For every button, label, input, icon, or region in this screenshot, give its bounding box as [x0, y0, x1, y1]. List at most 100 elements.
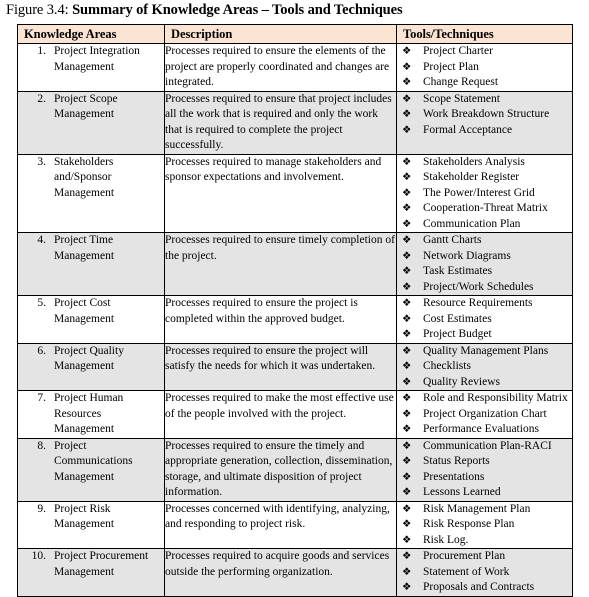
knowledge-area-label: Project Quality Management — [54, 344, 124, 373]
knowledge-area-number: 10. — [31, 550, 46, 562]
cell-knowledge-area: 2. Project Scope Management — [17, 90, 165, 155]
list-item: ❖ Checklists — [397, 359, 572, 375]
diamond-bullet-icon: ❖ — [402, 486, 412, 498]
diamond-bullet-icon: ❖ — [402, 360, 412, 372]
list-item: ❖ Work Breakdown Structure — [397, 107, 572, 123]
list-item: ❖ The Power/Interest Grid — [397, 186, 572, 202]
diamond-bullet-icon: ❖ — [402, 328, 412, 340]
tool-technique-label: Statement of Work — [423, 565, 510, 578]
knowledge-area-inner: 2. Project Scope Management — [18, 92, 164, 123]
table-row: 4. Project Time Management Processes requi… — [17, 232, 573, 296]
knowledge-area-number: 6. — [37, 344, 46, 357]
tool-technique-label: Resource Requirements — [423, 297, 533, 309]
cell-tools-techniques: ❖ Stakeholders Analysis ❖ Stakeholder Regis… — [396, 153, 573, 233]
list-item: ❖ Quality Reviews — [397, 375, 572, 391]
cell-description: Processes concerned with identifying, an… — [164, 500, 397, 549]
tools-list: ❖ Gantt Charts ❖ Network Diagrams ❖ Task Esti… — [397, 233, 572, 295]
tool-technique-label: Gantt Charts — [423, 234, 482, 246]
knowledge-area-inner: 7. Project Human Resources Management — [18, 391, 164, 438]
knowledge-area-inner: 1. Project Integration Management — [18, 44, 164, 75]
list-item: ❖ Project Charter — [397, 44, 572, 60]
table-row: 5. Project Cost Management Processes requi… — [17, 295, 573, 344]
figure-caption: Figure 3.4: Summary of Knowledge Areas –… — [6, 1, 403, 19]
tool-technique-label: Project Organization Chart — [423, 407, 547, 420]
cell-tools-techniques: ❖ Quality Management Plans ❖ Checklists ❖ Qua… — [396, 342, 573, 391]
diamond-bullet-icon: ❖ — [402, 123, 412, 136]
cell-knowledge-area: 5. Project Cost Management — [17, 295, 165, 344]
cell-knowledge-area: 8. Project Communications Management — [17, 437, 165, 502]
column-header-description: Description — [164, 24, 397, 44]
list-item: ❖ Resource Requirements — [397, 296, 572, 312]
knowledge-area-number: 5. — [37, 297, 46, 309]
list-item: ❖ Performance Evaluations — [397, 422, 572, 438]
tool-technique-label: Role and Responsibility Matrix — [423, 392, 568, 404]
tool-technique-label: Communication Plan — [423, 217, 521, 230]
diamond-bullet-icon: ❖ — [402, 60, 412, 73]
knowledge-area-number: 2. — [37, 92, 46, 105]
tool-technique-label: Procurement Plan — [423, 550, 506, 562]
diamond-bullet-icon: ❖ — [402, 280, 412, 293]
diamond-bullet-icon: ❖ — [402, 550, 412, 562]
diamond-bullet-icon: ❖ — [402, 202, 412, 214]
knowledge-area-number: 7. — [37, 392, 46, 404]
diamond-bullet-icon: ❖ — [402, 312, 412, 325]
document-page: Figure 3.4: Summary of Knowledge Areas –… — [0, 0, 589, 597]
cell-description: Processes required to ensure the project… — [164, 295, 397, 344]
diamond-bullet-icon: ❖ — [402, 249, 412, 262]
diamond-bullet-icon: ❖ — [402, 581, 412, 593]
tool-technique-label: Task Estimates — [423, 265, 493, 277]
tool-technique-label: Risk Management Plan — [423, 502, 531, 515]
table-row: 10. Project Procurement Management Process… — [17, 548, 573, 597]
knowledge-areas-table: Knowledge Areas Description Tools/Techni… — [17, 24, 573, 597]
tool-technique-label: Checklists — [423, 360, 471, 372]
tool-technique-label: Quality Management Plans — [423, 344, 549, 357]
list-item: ❖ Project Plan — [397, 60, 572, 76]
list-item: ❖ Lessons Learned — [397, 485, 572, 501]
tools-list: ❖ Procurement Plan ❖ Statement of Work ❖ Prop… — [397, 549, 572, 596]
list-item: ❖ Project/Work Schedules — [397, 280, 572, 296]
list-item: ❖ Role and Responsibility Matrix — [397, 391, 572, 407]
knowledge-area-label: Stakeholders and/Sponsor Management — [54, 155, 115, 199]
list-item: ❖ Network Diagrams — [397, 249, 572, 265]
knowledge-area-label: Project Risk Management — [54, 502, 115, 531]
diamond-bullet-icon: ❖ — [402, 407, 412, 420]
knowledge-area-inner: 9. Project Risk Management — [18, 502, 164, 533]
tool-technique-label: Performance Evaluations — [423, 423, 539, 435]
table-row: 7. Project Human Resources Management Proc… — [17, 390, 573, 439]
tool-technique-label: Cost Estimates — [423, 312, 492, 325]
diamond-bullet-icon: ❖ — [402, 217, 412, 230]
table-row: 9. Project Risk Management Processes conce… — [17, 500, 573, 549]
list-item: ❖ Risk Log. — [397, 533, 572, 549]
list-item: ❖ Procurement Plan — [397, 549, 572, 565]
cell-description: Processes required to ensure the timely … — [164, 437, 397, 502]
list-item: ❖ Risk Management Plan — [397, 502, 572, 518]
cell-tools-techniques: ❖ Role and Responsibility Matrix ❖ Project … — [396, 390, 573, 439]
tools-list: ❖ Quality Management Plans ❖ Checklists ❖ Qua… — [397, 344, 572, 391]
tool-technique-label: Stakeholder Register — [423, 171, 520, 183]
list-item: ❖ Cooperation-Threat Matrix — [397, 201, 572, 217]
list-item: ❖ Cost Estimates — [397, 312, 572, 328]
knowledge-area-number: 8. — [37, 439, 46, 452]
knowledge-area-label: Project Integration Management — [54, 45, 140, 73]
knowledge-area-inner: 5. Project Cost Management — [18, 296, 164, 327]
tool-technique-label: Project Budget — [423, 328, 492, 340]
tool-technique-label: Cooperation-Threat Matrix — [423, 202, 548, 214]
knowledge-area-inner: 3. Stakeholders and/Sponsor Management — [18, 155, 164, 202]
figure-caption-label: Figure 3.4: — [6, 2, 69, 18]
cell-knowledge-area: 6. Project Quality Management — [17, 342, 165, 391]
diamond-bullet-icon: ❖ — [402, 171, 412, 183]
tool-technique-label: Project/Work Schedules — [423, 280, 534, 293]
tool-technique-label: Communication Plan-RACI — [423, 439, 552, 452]
cell-knowledge-area: 3. Stakeholders and/Sponsor Management — [17, 153, 165, 233]
diamond-bullet-icon: ❖ — [402, 502, 412, 515]
knowledge-area-number: 1. — [37, 45, 46, 57]
cell-description: Processes required to ensure the element… — [164, 43, 397, 92]
knowledge-area-inner: 4. Project Time Management — [18, 233, 164, 264]
tool-technique-label: Formal Acceptance — [423, 123, 513, 136]
diamond-bullet-icon: ❖ — [402, 565, 412, 578]
knowledge-area-number: 3. — [37, 155, 46, 168]
knowledge-area-label: Project Procurement Management — [54, 550, 149, 578]
diamond-bullet-icon: ❖ — [402, 297, 412, 309]
tool-technique-label: The Power/Interest Grid — [423, 186, 535, 199]
diamond-bullet-icon: ❖ — [402, 423, 412, 435]
